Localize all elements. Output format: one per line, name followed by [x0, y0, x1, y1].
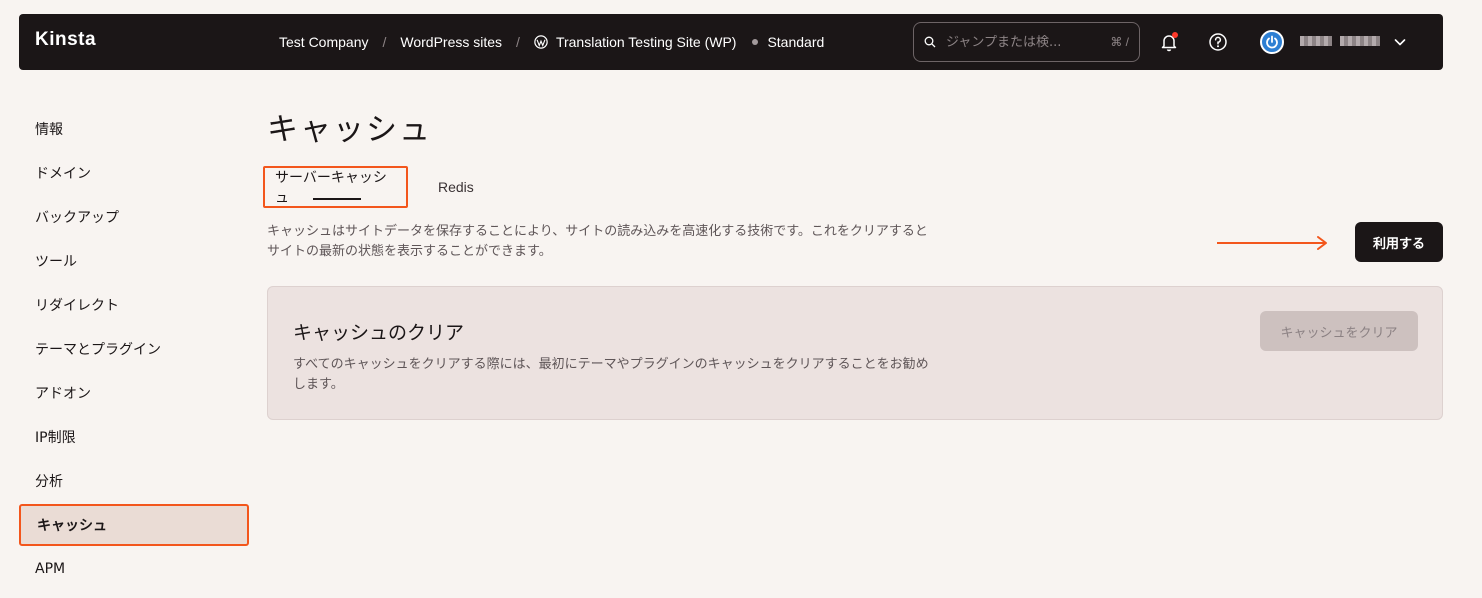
breadcrumb-separator: /: [516, 34, 520, 50]
environment-dot-icon: [752, 39, 759, 45]
environment-label[interactable]: Standard: [767, 34, 824, 50]
search-box[interactable]: ⌘ /: [913, 22, 1140, 62]
search-icon: [924, 36, 936, 48]
user-name-redacted[interactable]: [1300, 34, 1380, 48]
sidebar-item-ip-deny[interactable]: IP制限: [19, 415, 249, 459]
arrow-right-icon: [1217, 236, 1327, 250]
avatar[interactable]: [1260, 30, 1284, 54]
chevron-down-icon[interactable]: [1392, 34, 1408, 50]
search-shortcut: ⌘ /: [1110, 35, 1129, 49]
tab-bar: サーバーキャッシュ Redis: [263, 166, 474, 208]
tab-server-cache[interactable]: サーバーキャッシュ: [263, 166, 408, 208]
page-title: キャッシュ: [267, 112, 432, 148]
wordpress-icon: [534, 35, 548, 49]
redacted-name-part: [1340, 36, 1380, 46]
sidebar-item-analytics[interactable]: 分析: [19, 459, 249, 503]
sidebar-item-caching[interactable]: キャッシュ: [19, 504, 249, 546]
clear-cache-card: キャッシュのクリア すべてのキャッシュをクリアする際には、最初にテーマやプラグイ…: [267, 286, 1443, 420]
kinsta-logo[interactable]: Kinsta: [35, 29, 96, 51]
tab-redis[interactable]: Redis: [438, 166, 474, 208]
clear-cache-button[interactable]: キャッシュをクリア: [1260, 311, 1418, 351]
clear-cache-title: キャッシュのクリア: [293, 322, 465, 344]
cache-description: キャッシュはサイトデータを保存することにより、サイトの読み込みを高速化する技術で…: [267, 224, 928, 259]
top-bar: Kinsta Test Company / WordPress sites / …: [19, 14, 1443, 70]
sidebar-item-backups[interactable]: バックアップ: [19, 195, 249, 239]
clear-cache-description: すべてのキャッシュをクリアする際には、最初にテーマやプラグインのキャッシュをクリ…: [293, 357, 929, 392]
enable-cache-button[interactable]: 利用する: [1355, 222, 1443, 262]
breadcrumb-sites[interactable]: WordPress sites: [400, 34, 502, 50]
sidebar-item-apm[interactable]: APM: [19, 547, 249, 591]
sidebar-item-addons[interactable]: アドオン: [19, 371, 249, 415]
sidebar-item-info[interactable]: 情報: [19, 107, 249, 151]
sidebar-item-tools[interactable]: ツール: [19, 239, 249, 283]
sidebar-item-themes-plugins[interactable]: テーマとプラグイン: [19, 327, 249, 371]
breadcrumb-company[interactable]: Test Company: [279, 34, 368, 50]
sidebar-item-redirects[interactable]: リダイレクト: [19, 283, 249, 327]
redacted-name-part: [1300, 36, 1332, 46]
search-input[interactable]: [946, 34, 1086, 50]
power-icon: [1266, 35, 1278, 49]
help-icon: [1209, 33, 1227, 51]
notifications-button[interactable]: [1159, 32, 1179, 52]
notification-badge: [1172, 32, 1178, 38]
breadcrumb: Test Company / WordPress sites / Transla…: [279, 14, 824, 70]
sidebar: 情報 ドメイン バックアップ ツール リダイレクト テーマとプラグイン アドオン…: [19, 107, 249, 591]
help-button[interactable]: [1208, 32, 1228, 52]
breadcrumb-separator: /: [382, 34, 387, 50]
breadcrumb-site[interactable]: Translation Testing Site (WP): [556, 34, 737, 50]
sidebar-item-domains[interactable]: ドメイン: [19, 151, 249, 195]
